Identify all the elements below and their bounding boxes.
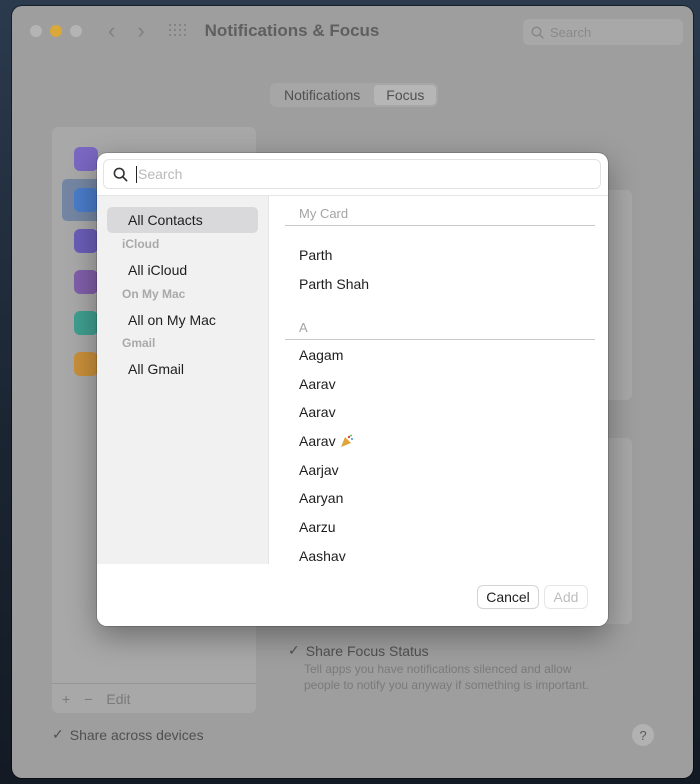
contact-picker-dialog: All Contacts iCloud All iCloud On My Mac… [97,153,608,626]
window-search-placeholder: Search [550,24,592,40]
section-header-a: A [285,320,595,340]
contact-row[interactable]: Aarav [299,376,336,392]
contact-row[interactable]: Aaryan [299,490,343,506]
share-focus-label: Share Focus Status [305,642,429,659]
contacts-list: My Card Parth Parth Shah A Aagam Aarav A… [268,195,608,564]
chevron-left-icon: ‹ [108,18,116,43]
tab-bar: Notifications Focus [270,83,439,107]
add-button[interactable]: Add [545,586,587,608]
group-header-gmail: Gmail [122,336,156,350]
share-focus-checkbox[interactable]: ✓ [288,642,300,659]
smiley-icon[interactable] [74,188,98,212]
forward-button[interactable]: › [137,20,144,42]
bed-icon[interactable] [74,311,98,335]
titlebar: ‹ › Notifications & Focus Search [12,6,693,56]
remove-focus-button[interactable]: − [84,691,92,707]
dialog-footer: Cancel Add [97,564,608,626]
contact-row[interactable]: Parth [299,247,332,263]
help-button[interactable]: ? [632,724,654,746]
window-title: Notifications & Focus [204,21,380,40]
contact-name: Aarav [299,433,336,449]
party-emoji-icon [340,434,353,447]
group-all-on-my-mac[interactable]: All on My Mac [128,312,216,328]
contact-row[interactable]: Aashav [299,548,346,564]
contact-search-field[interactable] [103,159,601,189]
contact-row[interactable]: Parth Shah [299,276,369,292]
add-focus-button[interactable]: + [62,691,70,707]
window-controls [30,25,82,37]
show-all-grid-icon[interactable] [168,24,187,38]
tab-focus[interactable]: Focus [374,85,437,105]
section-header-my-card: My Card [285,206,595,226]
back-button[interactable]: ‹ [108,20,115,42]
contact-search-input[interactable] [138,166,578,182]
group-all-contacts[interactable]: All Contacts [128,212,203,228]
window-search-field[interactable]: Search [523,19,683,45]
group-header-on-my-mac: On My Mac [122,287,186,301]
moon-icon[interactable] [74,147,98,171]
share-focus-description-1: Tell apps you have notifications silence… [304,662,572,676]
group-all-gmail[interactable]: All Gmail [128,361,184,377]
group-all-icloud[interactable]: All iCloud [128,262,187,278]
contact-row[interactable]: Aarav [299,404,336,420]
contact-row[interactable]: Aarzu [299,519,336,535]
focus-list-toolbar: + − Edit [52,683,256,713]
minimize-window-button[interactable] [50,25,62,37]
chevron-right-icon: › [137,18,145,43]
share-devices-checkbox[interactable]: ✓ [52,726,64,743]
group-header-icloud: iCloud [122,237,160,251]
zoom-window-button[interactable] [70,25,82,37]
cancel-button[interactable]: Cancel [478,586,538,608]
edit-focus-button[interactable]: Edit [106,691,130,707]
share-across-devices: ✓ Share across devices [52,726,204,743]
contact-row[interactable]: Aagam [299,347,343,363]
search-icon [113,167,128,181]
car-icon[interactable] [74,229,98,253]
contact-groups-sidebar: All Contacts iCloud All iCloud On My Mac… [97,195,268,564]
share-devices-label: Share across devices [69,726,204,743]
search-icon [531,25,544,39]
text-caret [136,165,137,183]
close-window-button[interactable] [30,25,42,37]
contact-row-with-emoji[interactable]: Aarav [299,433,354,449]
person-icon[interactable] [74,270,98,294]
gamepad-icon[interactable] [74,352,98,376]
share-focus-description-2: people to notify you anyway if something… [304,678,589,692]
tab-notifications[interactable]: Notifications [272,85,372,105]
contact-row[interactable]: Aarjav [299,462,339,478]
share-focus-status-section: ✓ Share Focus Status Tell apps you have … [288,642,658,693]
